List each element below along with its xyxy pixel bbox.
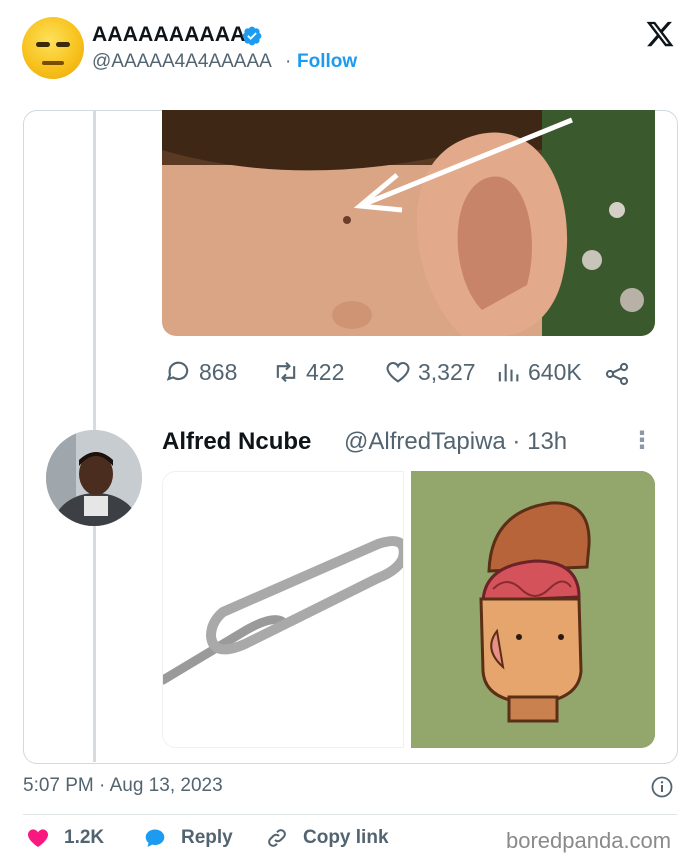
x-logo-icon[interactable] — [645, 19, 675, 49]
heart-outline-icon — [386, 361, 410, 383]
author-avatar[interactable] — [22, 17, 84, 79]
avatar-eye — [36, 42, 50, 47]
more-options-icon[interactable]: ⋮ — [630, 426, 654, 455]
follow-button[interactable]: Follow — [297, 51, 357, 73]
views-chart-icon — [498, 363, 519, 382]
reply-author-name[interactable]: Alfred Ncube — [162, 428, 311, 456]
tweet-timestamp[interactable]: 5:07 PM · Aug 13, 2023 — [23, 775, 223, 797]
author-display-name[interactable]: AAAAAAAAAA — [92, 23, 246, 47]
reply-bubble-icon — [145, 829, 165, 847]
like-count: 1.2K — [64, 827, 105, 848]
reply-label: Reply — [181, 827, 233, 848]
share-icon[interactable] — [603, 360, 631, 388]
replies-stat[interactable]: 868 — [165, 358, 237, 386]
avatar-eye — [56, 42, 70, 47]
author-handle[interactable]: @AAAAA4A4AAAAA — [92, 51, 272, 73]
copy-link-label: Copy link — [303, 827, 389, 848]
verified-badge-icon — [242, 26, 262, 46]
retweets-stat[interactable]: 422 — [272, 358, 344, 386]
avatar-mouth — [42, 61, 64, 65]
ear-photo-image — [162, 110, 655, 336]
link-icon — [268, 829, 286, 847]
replies-count: 868 — [199, 358, 238, 385]
copy-link-button[interactable]: Copy link — [265, 826, 389, 850]
retweet-icon — [276, 361, 296, 383]
reply-button[interactable]: Reply — [143, 826, 233, 850]
retweets-count: 422 — [306, 358, 345, 385]
handle-separator: · — [285, 51, 292, 72]
footer-divider — [23, 814, 677, 815]
likes-stat[interactable]: 3,327 — [384, 358, 476, 386]
source-watermark: boredpanda.com — [506, 828, 672, 853]
sim-ejector-pin-image — [162, 471, 404, 748]
heart-filled-icon — [27, 829, 49, 847]
comment-icon — [166, 361, 189, 381]
like-button[interactable]: 1.2K — [26, 826, 104, 850]
likes-count: 3,327 — [418, 358, 476, 385]
views-count: 640K — [528, 358, 582, 385]
reply-author-avatar[interactable] — [46, 430, 142, 526]
open-head-brain-image — [411, 471, 655, 748]
info-icon[interactable] — [650, 775, 674, 799]
reply-author-handle-time[interactable]: @AlfredTapiwa · 13h — [344, 428, 567, 456]
views-stat[interactable]: 640K — [494, 358, 582, 386]
